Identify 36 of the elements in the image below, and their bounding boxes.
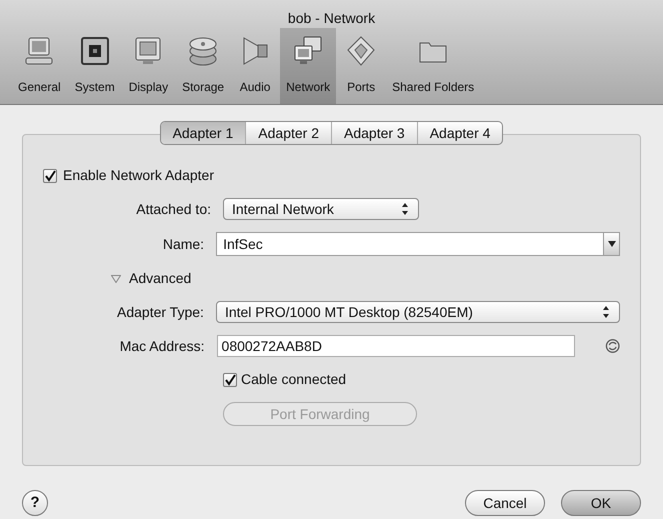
toolbar-button[interactable]: Display [122,28,174,104]
toolbar-button[interactable]: Shared Folders [386,28,480,104]
dialog-button[interactable]: OK [561,490,641,516]
mac-address-field[interactable]: 0800272AAB8D [216,335,575,357]
checkmark-icon [44,170,56,182]
help-button[interactable]: ? [22,490,48,516]
dropdown-arrow-icon [608,241,616,247]
checkbox-label: Cable connected [241,370,346,389]
adapter-type-select[interactable]: Intel PRO/1000 MT Desktop (82540EM) [216,301,620,323]
field-label: Adapter Type: [116,302,205,322]
field-label: Mac Address: [118,336,206,356]
checkmark-icon [224,374,236,386]
toolbar-button[interactable]: Network [280,28,336,104]
tab[interactable]: Adapter 1 [160,122,246,144]
name-combobox[interactable]: InfSec [216,232,620,256]
stepper-arrows-icon [400,202,410,216]
checkbox[interactable] [43,168,57,182]
toolbar-button[interactable]: Audio [232,28,278,104]
checkbox[interactable] [223,372,237,386]
toolbar-button[interactable]: General [12,28,67,104]
field-label: Name: [162,234,206,254]
tab[interactable]: Adapter 4 [418,122,502,144]
toolbar-button[interactable]: Ports [338,28,384,104]
attached-to-select[interactable]: Internal Network [223,198,419,220]
toolbar-button[interactable]: Storage [176,28,230,104]
disclosure-triangle-icon[interactable] [111,274,121,282]
checkbox-label: Enable Network Adapter [63,166,214,185]
toolbar-button[interactable]: System [68,28,121,104]
section-label: Advanced [129,269,192,288]
tab[interactable]: Adapter 3 [332,122,418,144]
tab[interactable]: Adapter 2 [246,122,332,144]
stepper-arrows-icon [601,305,611,319]
refresh-icon[interactable] [604,338,620,354]
window-title: bob - Network [286,9,376,28]
field-label: Attached to: [135,200,212,218]
dialog-button[interactable]: Cancel [465,490,545,516]
